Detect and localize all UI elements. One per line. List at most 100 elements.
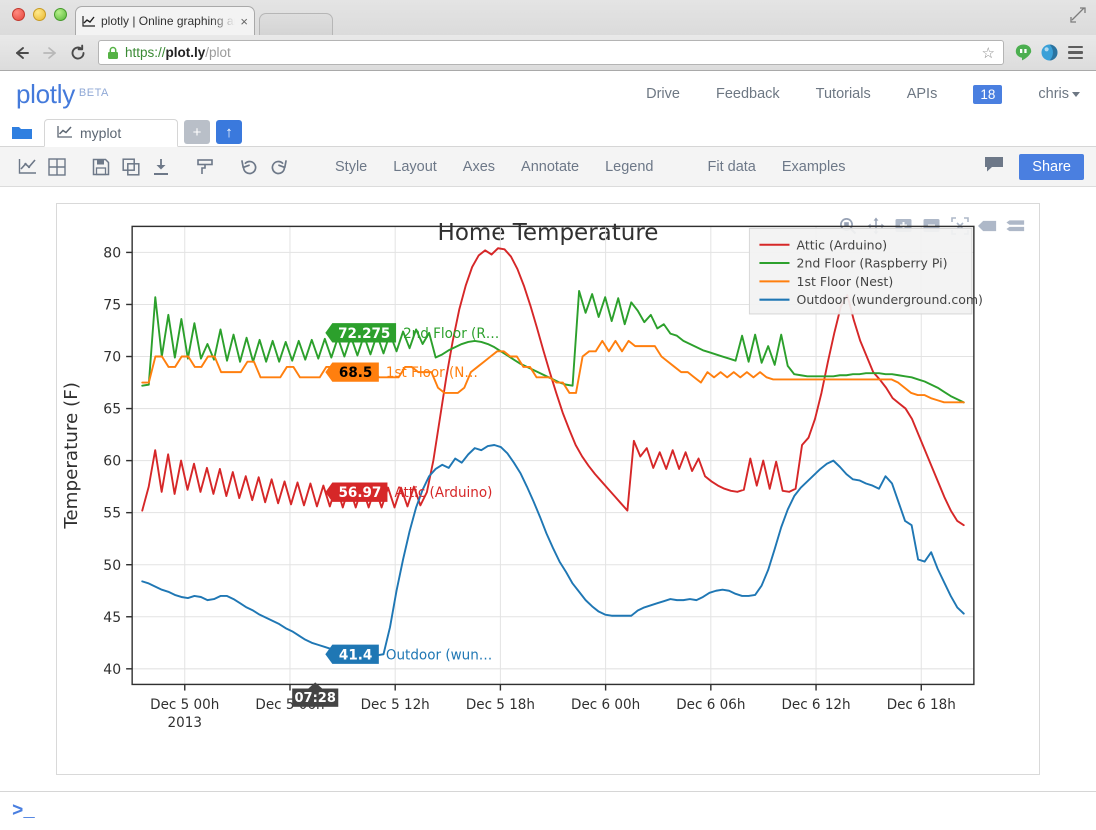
- paint-roller-icon[interactable]: [190, 152, 220, 182]
- brand-logo[interactable]: plotly BETA: [16, 79, 109, 110]
- nav-item-feedback[interactable]: Feedback: [716, 86, 780, 102]
- svg-text:Outdoor (wunderground.com): Outdoor (wunderground.com): [797, 292, 983, 307]
- browser-nav-bar: https://plot.ly/plot ☆: [0, 35, 1096, 70]
- svg-text:50: 50: [103, 558, 121, 574]
- svg-text:80: 80: [103, 245, 121, 261]
- share-button[interactable]: Share: [1019, 153, 1084, 180]
- redo-icon[interactable]: [264, 152, 294, 182]
- menu-axes[interactable]: Axes: [450, 159, 508, 175]
- nav-item-apis[interactable]: APIs: [907, 86, 938, 102]
- x-axis-cursor: 07:28: [292, 682, 339, 707]
- lock-icon: [107, 46, 119, 60]
- svg-text:Dec 6 06h: Dec 6 06h: [676, 697, 745, 713]
- svg-text:Dec 6 00h: Dec 6 00h: [571, 697, 640, 713]
- plot-file-tab[interactable]: myplot: [44, 119, 178, 147]
- svg-text:1st Floor (Nest): 1st Floor (Nest): [797, 274, 894, 289]
- notification-badge[interactable]: 18: [973, 84, 1003, 104]
- console-prompt-icon[interactable]: >_: [12, 800, 35, 822]
- plot-stage: Home Temperature 40 45 50 55 60 65 70 75 80 Dec …: [0, 187, 1096, 791]
- temperature-line-chart[interactable]: 40 45 50 55 60 65 70 75 80 Dec 5 00h2013Dec 5 06…: [57, 204, 1039, 774]
- examples-button[interactable]: Examples: [769, 159, 859, 175]
- line-chart-icon: [57, 125, 73, 141]
- fit-data-button[interactable]: Fit data: [695, 159, 769, 175]
- browser-tab-strip: plotly | Online graphing an ×: [0, 0, 1096, 35]
- svg-text:72.275: 72.275: [338, 326, 390, 342]
- hangouts-icon[interactable]: [1010, 40, 1036, 66]
- user-menu[interactable]: chris: [1038, 86, 1080, 102]
- hover-annotations: 72.275 2nd Floor (R… 68.5 1st Floor (N… 56.9…: [325, 323, 499, 664]
- folder-icon[interactable]: [4, 118, 40, 146]
- download-icon[interactable]: [146, 152, 176, 182]
- save-icon[interactable]: [86, 152, 116, 182]
- undo-icon[interactable]: [234, 152, 264, 182]
- browser-tab-title: plotly | Online graphing an: [101, 14, 236, 28]
- svg-text:Dec 6 12h: Dec 6 12h: [781, 697, 850, 713]
- grid-table-icon[interactable]: [42, 152, 72, 182]
- minimize-window-button[interactable]: [33, 8, 46, 21]
- maximize-window-button[interactable]: [54, 8, 67, 21]
- plot-card: Home Temperature 40 45 50 55 60 65 70 75 80 Dec …: [56, 203, 1040, 775]
- beta-label: BETA: [78, 87, 109, 100]
- file-tab-bar: myplot + ↑: [0, 117, 1096, 147]
- fullscreen-icon[interactable]: [1068, 6, 1088, 24]
- menu-annotate[interactable]: Annotate: [508, 159, 592, 175]
- comment-bubble-icon[interactable]: [983, 155, 1005, 178]
- menu-style[interactable]: Style: [322, 159, 380, 175]
- header-nav: Drive Feedback Tutorials APIs 18 chris: [646, 84, 1080, 104]
- svg-text:Attic (Arduino): Attic (Arduino): [394, 485, 492, 501]
- upload-button[interactable]: ↑: [216, 120, 242, 144]
- pocket-icon[interactable]: [1036, 40, 1062, 66]
- url-path: /plot: [205, 45, 231, 60]
- menu-legend[interactable]: Legend: [592, 159, 666, 175]
- svg-text:60: 60: [103, 454, 121, 470]
- svg-text:45: 45: [103, 610, 121, 626]
- address-bar[interactable]: https://plot.ly/plot ☆: [98, 40, 1004, 65]
- close-tab-icon[interactable]: ×: [240, 14, 248, 29]
- chevron-down-icon: [1072, 91, 1080, 97]
- svg-text:Dec 5 12h: Dec 5 12h: [361, 697, 430, 713]
- svg-text:40: 40: [103, 662, 121, 678]
- close-window-button[interactable]: [12, 8, 25, 21]
- console-bar[interactable]: >_: [0, 791, 1096, 830]
- bookmark-star-icon[interactable]: ☆: [982, 44, 995, 62]
- svg-text:68.5: 68.5: [339, 365, 372, 381]
- chart-legend[interactable]: Attic (Arduino) 2nd Floor (Raspberry Pi) 1…: [748, 227, 983, 315]
- svg-text:55: 55: [103, 506, 121, 522]
- x-axis-ticks: Dec 5 00h2013Dec 5 06h Dec 5 12h Dec 5 18h…: [150, 684, 956, 731]
- editor-toolbar: Style Layout Axes Annotate Legend Fit da…: [0, 147, 1096, 187]
- back-arrow-icon[interactable]: [8, 39, 36, 67]
- user-name: chris: [1038, 86, 1069, 102]
- svg-text:65: 65: [103, 402, 121, 418]
- svg-text:70: 70: [103, 350, 121, 366]
- svg-text:2013: 2013: [168, 715, 202, 731]
- url-scheme: https://: [125, 45, 166, 60]
- svg-text:2nd Floor (R…: 2nd Floor (R…: [403, 326, 499, 342]
- plot-file-name: myplot: [80, 125, 122, 141]
- hamburger-menu-icon[interactable]: [1062, 45, 1088, 60]
- svg-text:Attic (Arduino): Attic (Arduino): [797, 237, 888, 252]
- svg-text:Dec 6 18h: Dec 6 18h: [887, 697, 956, 713]
- menu-layout[interactable]: Layout: [380, 159, 450, 175]
- browser-tab[interactable]: plotly | Online graphing an ×: [75, 6, 255, 35]
- reload-icon[interactable]: [64, 39, 92, 67]
- app-header: plotly BETA Drive Feedback Tutorials APIs…: [0, 71, 1096, 117]
- y-axis-label: Temperature (F): [61, 382, 82, 530]
- add-plot-button[interactable]: +: [184, 120, 210, 144]
- plotly-favicon-icon: [82, 15, 96, 27]
- brand-name: plotly: [16, 78, 75, 109]
- svg-text:75: 75: [103, 297, 121, 313]
- line-chart-icon[interactable]: [12, 152, 42, 182]
- url-host: plot.ly: [165, 45, 206, 60]
- svg-text:56.97: 56.97: [339, 485, 382, 501]
- svg-text:2nd Floor (Raspberry Pi): 2nd Floor (Raspberry Pi): [797, 256, 948, 271]
- url-text: https://plot.ly/plot: [125, 45, 231, 60]
- new-tab-area[interactable]: [259, 13, 333, 35]
- nav-item-tutorials[interactable]: Tutorials: [816, 86, 871, 102]
- forward-arrow-icon[interactable]: [36, 39, 64, 67]
- nav-item-drive[interactable]: Drive: [646, 86, 680, 102]
- copy-icon[interactable]: [116, 152, 146, 182]
- svg-text:1st Floor (N…: 1st Floor (N…: [386, 365, 478, 381]
- window-controls[interactable]: [8, 0, 75, 35]
- y-axis-ticks: 40 45 50 55 60 65 70 75 80: [103, 245, 133, 678]
- svg-text:Outdoor (wun…: Outdoor (wun…: [386, 647, 492, 663]
